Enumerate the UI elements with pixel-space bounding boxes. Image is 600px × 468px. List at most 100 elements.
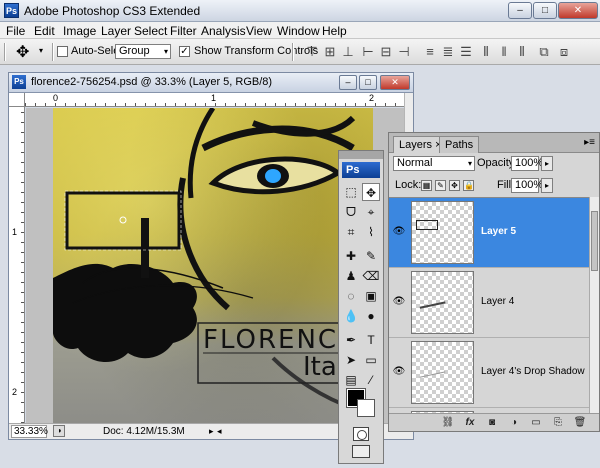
- menu-window[interactable]: Window: [277, 24, 320, 38]
- horizontal-ruler[interactable]: 0 1 2: [25, 93, 405, 107]
- layer-name[interactable]: Layer 5: [481, 226, 516, 237]
- align-top-icon[interactable]: ⊤: [304, 44, 320, 60]
- vertical-ruler[interactable]: 1 2: [9, 107, 25, 423]
- add-mask-icon[interactable]: ◙: [485, 417, 499, 429]
- path-selection-tool-icon[interactable]: ➤: [342, 351, 360, 369]
- tools-panel: Ps ⬚ ✥ ᗜ ⌖ ⌗ ⌇ ✚ ✎ ♟ ⌫ ◌ ▣ 💧 ● ✒ T ➤ ▭ ▤…: [338, 150, 384, 464]
- crop-tool-icon[interactable]: ⌗: [342, 223, 360, 241]
- menu-file[interactable]: File: [6, 24, 25, 38]
- layer-name[interactable]: Layer 4's Drop Shadow: [481, 366, 585, 377]
- auto-select-checkbox[interactable]: [57, 46, 68, 57]
- trash-icon[interactable]: 🗑: [573, 417, 587, 429]
- magic-wand-tool-icon[interactable]: ⌖: [362, 203, 380, 221]
- auto-select-dropdown[interactable]: Group ▾: [115, 44, 171, 59]
- opacity-input[interactable]: 100%: [511, 156, 543, 171]
- align-vertical-center-icon[interactable]: ⊞: [322, 44, 338, 60]
- menu-select[interactable]: Select: [134, 24, 167, 38]
- menu-edit[interactable]: Edit: [34, 24, 55, 38]
- tool-preset-chevron-icon[interactable]: ▾: [39, 46, 43, 55]
- menu-image[interactable]: Image: [63, 24, 96, 38]
- brush-tool-icon[interactable]: ✎: [362, 247, 380, 265]
- quick-mask-icon[interactable]: [353, 427, 369, 441]
- maximize-button[interactable]: □: [533, 2, 557, 19]
- dodge-tool-icon[interactable]: ●: [362, 307, 380, 325]
- layer-style-icon[interactable]: fx: [463, 417, 477, 429]
- new-group-icon[interactable]: ▭: [529, 417, 543, 429]
- menu-layer[interactable]: Layer: [101, 24, 131, 38]
- move-tool-icon[interactable]: ✥: [362, 183, 380, 201]
- align-right-icon[interactable]: ⊣: [396, 44, 412, 60]
- tools-panel-grip[interactable]: [339, 151, 383, 159]
- marquee-tool-icon[interactable]: ⬚: [342, 183, 360, 201]
- zoom-field[interactable]: 33.33%: [11, 425, 48, 438]
- doc-close-button[interactable]: ✕: [380, 75, 410, 90]
- minimize-button[interactable]: –: [508, 2, 532, 19]
- layer-row[interactable]: 👁 Layer 4's Drop Shadow: [389, 338, 589, 408]
- layer-name[interactable]: Layer 4: [481, 296, 514, 307]
- healing-brush-tool-icon[interactable]: ✚: [342, 247, 360, 265]
- scrollbar-thumb[interactable]: [591, 211, 598, 271]
- document-title-bar[interactable]: Ps florence2-756254.psd @ 33.3% (Layer 5…: [9, 73, 413, 93]
- align-bottom-icon[interactable]: ⊥: [340, 44, 356, 60]
- gradient-tool-icon[interactable]: ▣: [362, 287, 380, 305]
- close-button[interactable]: ✕: [558, 2, 598, 19]
- auto-align-icon[interactable]: ⧉: [536, 44, 552, 60]
- menu-filter[interactable]: Filter: [170, 24, 197, 38]
- layers-panel: Layers × Paths ▸≡ Normal ▾ Opacity: 100%…: [388, 132, 600, 432]
- layer-row[interactable]: 👁 Layer 4: [389, 268, 589, 338]
- more-options-icon[interactable]: ⧈: [556, 44, 572, 60]
- history-brush-tool-icon[interactable]: ◌: [342, 287, 360, 305]
- align-left-icon[interactable]: ⊢: [360, 44, 376, 60]
- slice-tool-icon[interactable]: ⌇: [362, 223, 380, 241]
- tab-paths[interactable]: Paths: [439, 136, 480, 153]
- menu-view[interactable]: View: [246, 24, 272, 38]
- distribute-hcenter-icon[interactable]: ‖: [496, 44, 512, 60]
- lock-position-icon[interactable]: ✥: [449, 180, 460, 191]
- new-layer-icon[interactable]: ⎘: [551, 417, 565, 429]
- blend-mode-dropdown[interactable]: Normal ▾: [393, 156, 475, 171]
- eyedropper-tool-icon[interactable]: ⁄: [362, 371, 380, 389]
- distribute-left-icon[interactable]: ⫴: [478, 44, 494, 60]
- clone-stamp-tool-icon[interactable]: ♟: [342, 267, 360, 285]
- type-tool-icon[interactable]: T: [362, 331, 380, 349]
- align-horizontal-center-icon[interactable]: ⊟: [378, 44, 394, 60]
- notes-tool-icon[interactable]: ▤: [342, 371, 360, 389]
- lock-all-icon[interactable]: 🔒: [463, 180, 474, 191]
- menu-help[interactable]: Help: [322, 24, 347, 38]
- fill-input[interactable]: 100%: [511, 178, 543, 193]
- lock-transparency-icon[interactable]: ▦: [421, 180, 432, 191]
- distribute-right-icon[interactable]: ⦀: [514, 44, 530, 60]
- pen-tool-icon[interactable]: ✒: [342, 331, 360, 349]
- layer-row[interactable]: 👁 Layer 5: [389, 198, 589, 268]
- panel-menu-icon[interactable]: ▸≡: [584, 137, 595, 148]
- move-tool-icon[interactable]: ✥: [16, 42, 29, 62]
- eye-icon[interactable]: 👁: [392, 226, 406, 238]
- distribute-top-icon[interactable]: ≡: [422, 44, 438, 60]
- show-transform-checkbox[interactable]: ✓: [179, 46, 190, 57]
- screen-mode-icon[interactable]: [352, 445, 370, 458]
- lasso-tool-icon[interactable]: ᗜ: [342, 203, 360, 221]
- lock-image-icon[interactable]: ✎: [435, 180, 446, 191]
- panel-tabs: Layers × Paths ▸≡: [389, 133, 599, 153]
- menu-analysis[interactable]: Analysis: [201, 24, 246, 38]
- eye-icon[interactable]: 👁: [392, 296, 406, 308]
- adjustment-layer-icon[interactable]: ◑: [507, 417, 521, 429]
- fill-slider-arrow-icon[interactable]: ▸: [541, 178, 553, 193]
- opacity-slider-arrow-icon[interactable]: ▸: [541, 156, 553, 171]
- doc-minimize-button[interactable]: –: [339, 75, 357, 90]
- doc-maximize-button[interactable]: □: [359, 75, 377, 90]
- app-title-bar: Ps Adobe Photoshop CS3 Extended – □ ✕: [0, 0, 600, 22]
- eye-icon[interactable]: 👁: [392, 366, 406, 378]
- status-info-icon[interactable]: ◑: [53, 425, 65, 437]
- ruler-corner[interactable]: [9, 93, 25, 107]
- scroll-left-icon[interactable]: ◂: [217, 426, 222, 437]
- shape-tool-icon[interactable]: ▭: [362, 351, 380, 369]
- blur-tool-icon[interactable]: 💧: [342, 307, 360, 325]
- background-color-swatch[interactable]: [357, 399, 375, 417]
- link-layers-icon[interactable]: ⛓: [441, 417, 455, 429]
- distribute-bottom-icon[interactable]: ☰: [458, 44, 474, 60]
- layers-scrollbar[interactable]: [589, 197, 599, 413]
- status-menu-arrow-icon[interactable]: ▸: [209, 426, 214, 437]
- eraser-tool-icon[interactable]: ⌫: [362, 267, 380, 285]
- distribute-vcenter-icon[interactable]: ≣: [440, 44, 456, 60]
